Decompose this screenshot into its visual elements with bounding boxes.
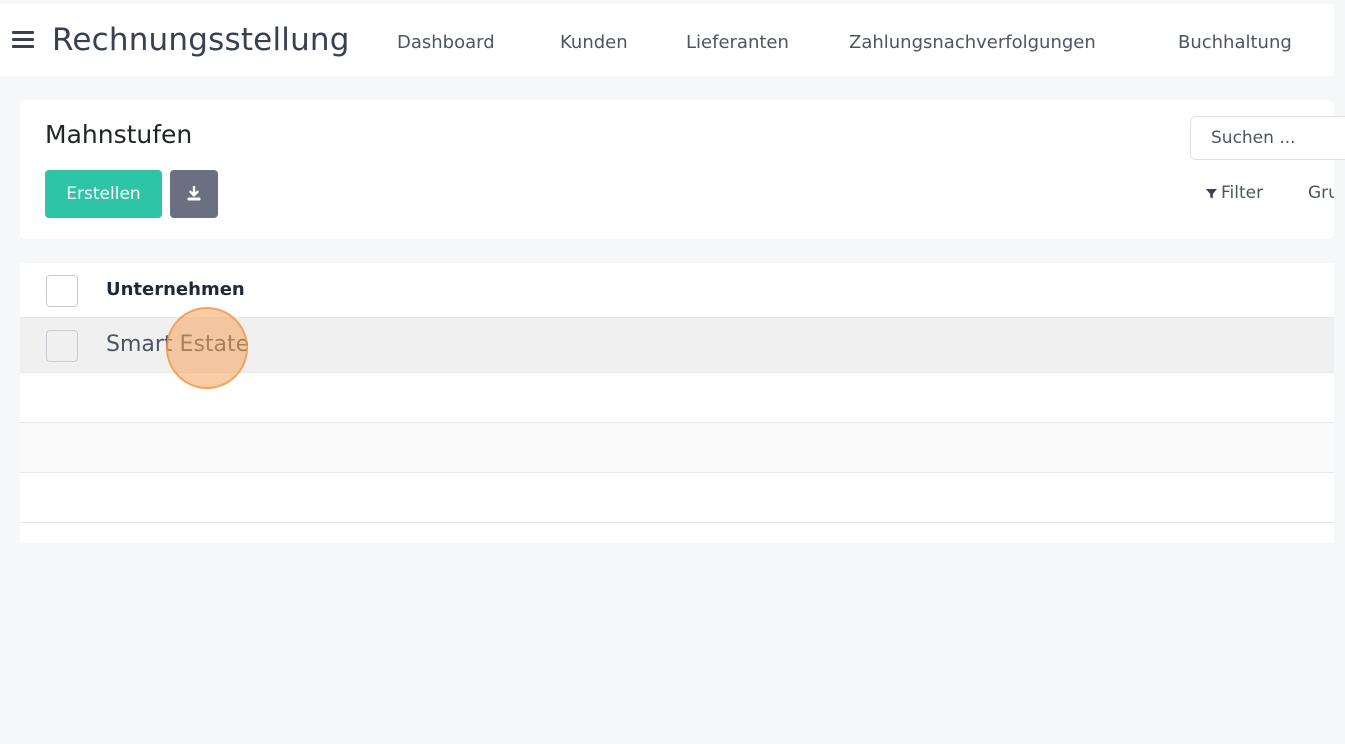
filter-toggle[interactable]: Filter — [1206, 183, 1263, 203]
download-button[interactable] — [170, 170, 218, 218]
filter-label: Filter — [1221, 183, 1264, 203]
page-title: Mahnstufen — [45, 120, 193, 149]
table-header-row: Unternehmen — [20, 263, 1334, 318]
empty-row — [20, 373, 1334, 423]
app-title[interactable]: Rechnungsstellung — [52, 22, 350, 58]
empty-row — [20, 473, 1334, 523]
search-input[interactable] — [1190, 116, 1345, 160]
group-by-toggle[interactable]: Gruppieren nach — [1304, 183, 1334, 203]
table-row[interactable]: Smart Estate — [20, 318, 1334, 373]
hamburger-menu-icon[interactable] — [12, 31, 34, 49]
list-view: Unternehmen Smart Estate — [20, 263, 1334, 543]
select-all-checkbox[interactable] — [46, 275, 78, 307]
top-navbar: Rechnungsstellung Dashboard Kunden Liefe… — [0, 4, 1334, 76]
filter-icon — [1206, 188, 1217, 198]
row-checkbox[interactable] — [46, 330, 78, 362]
group-by-label: Gruppieren nach — [1308, 183, 1334, 203]
control-panel: Mahnstufen Erstellen Filter Gruppieren n… — [20, 100, 1345, 239]
nav-item-lieferanten[interactable]: Lieferanten — [686, 32, 789, 53]
company-cell[interactable]: Smart Estate — [106, 332, 249, 357]
nav-item-buchhaltung[interactable]: Buchhaltung — [1178, 32, 1292, 53]
download-icon — [187, 186, 201, 201]
create-button[interactable]: Erstellen — [45, 170, 162, 218]
nav-item-dashboard[interactable]: Dashboard — [397, 32, 495, 53]
empty-row — [20, 423, 1334, 473]
nav-item-kunden[interactable]: Kunden — [560, 32, 628, 53]
nav-item-zahlungsnachverfolgungen[interactable]: Zahlungsnachverfolgungen — [849, 32, 1096, 53]
column-header-unternehmen[interactable]: Unternehmen — [106, 279, 245, 300]
